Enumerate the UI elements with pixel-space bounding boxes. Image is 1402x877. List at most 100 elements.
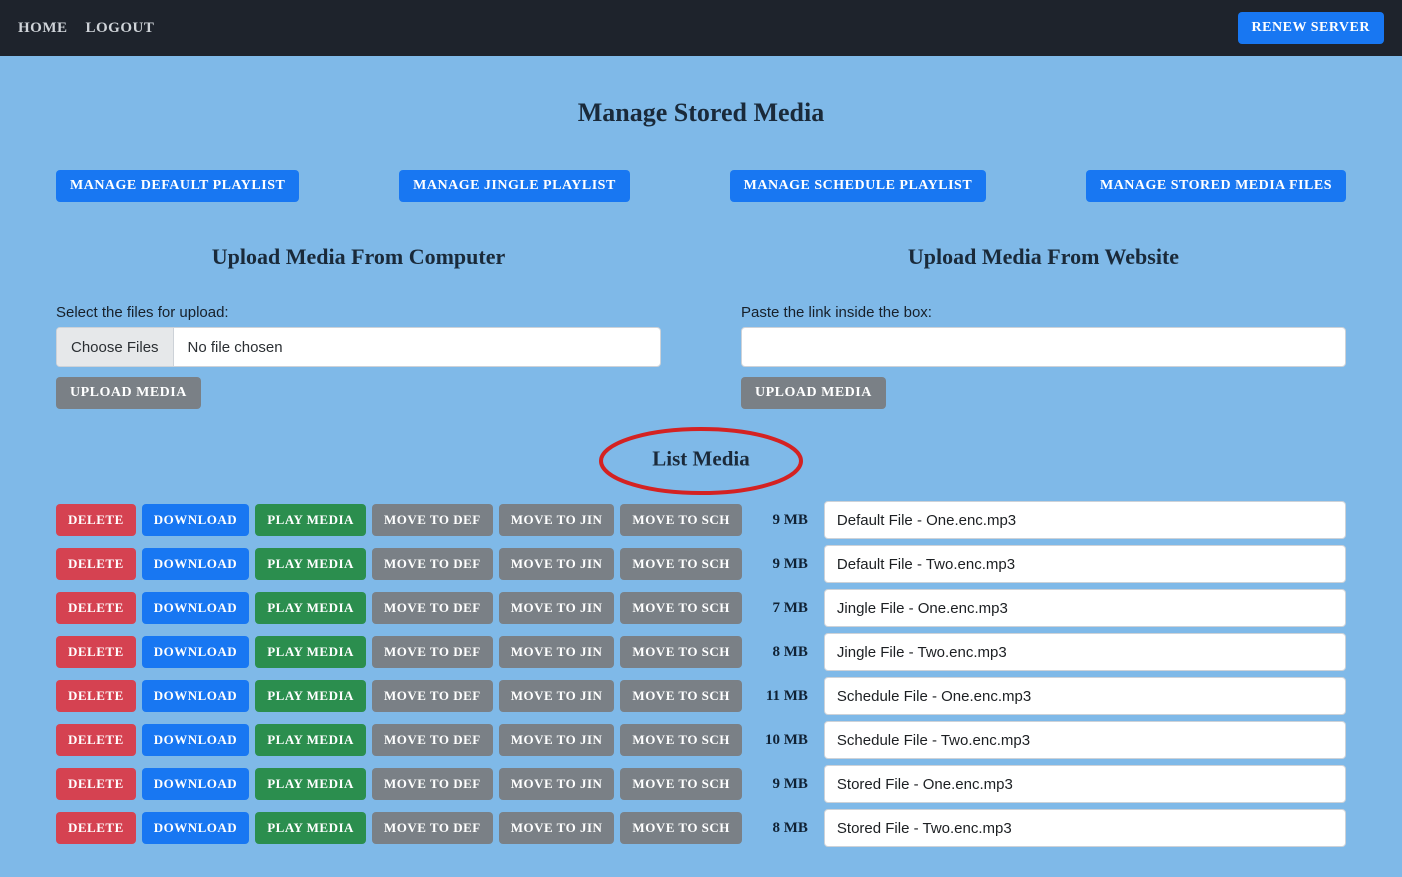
file-size: 8 MB	[752, 644, 808, 661]
tab-manage-stored-media-files[interactable]: MANAGE STORED MEDIA FILES	[1086, 170, 1346, 202]
tab-manage-schedule-playlist[interactable]: MANAGE SCHEDULE PLAYLIST	[730, 170, 987, 202]
download-button[interactable]: DOWNLOAD	[142, 592, 249, 624]
table-row: DELETEDOWNLOADPLAY MEDIAMOVE TO DEFMOVE …	[56, 501, 1346, 539]
move-to-sch-button[interactable]: MOVE TO SCH	[620, 592, 741, 624]
download-button[interactable]: DOWNLOAD	[142, 548, 249, 580]
file-name: Stored File - One.enc.mp3	[824, 765, 1346, 803]
page-body: Manage Stored Media MANAGE DEFAULT PLAYL…	[0, 56, 1402, 877]
move-to-def-button[interactable]: MOVE TO DEF	[372, 680, 493, 712]
play-media-button[interactable]: PLAY MEDIA	[255, 680, 366, 712]
download-button[interactable]: DOWNLOAD	[142, 768, 249, 800]
delete-button[interactable]: DELETE	[56, 636, 136, 668]
delete-button[interactable]: DELETE	[56, 504, 136, 536]
delete-button[interactable]: DELETE	[56, 724, 136, 756]
delete-button[interactable]: DELETE	[56, 812, 136, 844]
move-to-jin-button[interactable]: MOVE TO JIN	[499, 812, 615, 844]
choose-files-button[interactable]: Choose Files	[57, 328, 174, 366]
move-to-sch-button[interactable]: MOVE TO SCH	[620, 768, 741, 800]
top-nav: HOME LOGOUT	[18, 19, 168, 37]
download-button[interactable]: DOWNLOAD	[142, 504, 249, 536]
table-row: DELETEDOWNLOADPLAY MEDIAMOVE TO DEFMOVE …	[56, 677, 1346, 715]
move-to-sch-button[interactable]: MOVE TO SCH	[620, 548, 741, 580]
move-to-def-button[interactable]: MOVE TO DEF	[372, 768, 493, 800]
file-input[interactable]: Choose Files No file chosen	[56, 327, 661, 367]
file-name: Jingle File - One.enc.mp3	[824, 589, 1346, 627]
move-to-sch-button[interactable]: MOVE TO SCH	[620, 636, 741, 668]
play-media-button[interactable]: PLAY MEDIA	[255, 636, 366, 668]
upload-from-computer: Upload Media From Computer Select the fi…	[56, 244, 661, 409]
table-row: DELETEDOWNLOADPLAY MEDIAMOVE TO DEFMOVE …	[56, 589, 1346, 627]
file-name: Default File - Two.enc.mp3	[824, 545, 1346, 583]
move-to-jin-button[interactable]: MOVE TO JIN	[499, 680, 615, 712]
move-to-def-button[interactable]: MOVE TO DEF	[372, 636, 493, 668]
move-to-jin-button[interactable]: MOVE TO JIN	[499, 504, 615, 536]
file-name: Schedule File - One.enc.mp3	[824, 677, 1346, 715]
move-to-jin-button[interactable]: MOVE TO JIN	[499, 592, 615, 624]
download-button[interactable]: DOWNLOAD	[142, 636, 249, 668]
nav-logout-link[interactable]: LOGOUT	[86, 20, 155, 36]
file-size: 8 MB	[752, 820, 808, 837]
move-to-jin-button[interactable]: MOVE TO JIN	[499, 636, 615, 668]
delete-button[interactable]: DELETE	[56, 592, 136, 624]
file-name: Jingle File - Two.enc.mp3	[824, 633, 1346, 671]
tab-manage-jingle-playlist[interactable]: MANAGE JINGLE PLAYLIST	[399, 170, 630, 202]
play-media-button[interactable]: PLAY MEDIA	[255, 592, 366, 624]
play-media-button[interactable]: PLAY MEDIA	[255, 724, 366, 756]
table-row: DELETEDOWNLOADPLAY MEDIAMOVE TO DEFMOVE …	[56, 809, 1346, 847]
file-size: 9 MB	[752, 512, 808, 529]
delete-button[interactable]: DELETE	[56, 548, 136, 580]
delete-button[interactable]: DELETE	[56, 680, 136, 712]
file-name: Default File - One.enc.mp3	[824, 501, 1346, 539]
table-row: DELETEDOWNLOADPLAY MEDIAMOVE TO DEFMOVE …	[56, 545, 1346, 583]
upload-media-computer-button[interactable]: UPLOAD MEDIA	[56, 377, 201, 409]
page-title: Manage Stored Media	[56, 98, 1346, 128]
upload-from-website: Upload Media From Website Paste the link…	[741, 244, 1346, 409]
file-name: Schedule File - Two.enc.mp3	[824, 721, 1346, 759]
table-row: DELETEDOWNLOADPLAY MEDIAMOVE TO DEFMOVE …	[56, 765, 1346, 803]
file-size: 10 MB	[752, 732, 808, 749]
website-link-input[interactable]	[741, 327, 1346, 367]
move-to-jin-button[interactable]: MOVE TO JIN	[499, 548, 615, 580]
move-to-def-button[interactable]: MOVE TO DEF	[372, 548, 493, 580]
file-name: Stored File - Two.enc.mp3	[824, 809, 1346, 847]
list-media-title: List Media	[652, 447, 749, 472]
download-button[interactable]: DOWNLOAD	[142, 724, 249, 756]
top-header: HOME LOGOUT RENEW SERVER	[0, 0, 1402, 56]
chosen-file-text: No file chosen	[174, 339, 297, 356]
file-size: 9 MB	[752, 776, 808, 793]
file-size: 9 MB	[752, 556, 808, 573]
play-media-button[interactable]: PLAY MEDIA	[255, 768, 366, 800]
download-button[interactable]: DOWNLOAD	[142, 680, 249, 712]
move-to-def-button[interactable]: MOVE TO DEF	[372, 592, 493, 624]
media-list: DELETEDOWNLOADPLAY MEDIAMOVE TO DEFMOVE …	[56, 501, 1346, 847]
move-to-sch-button[interactable]: MOVE TO SCH	[620, 724, 741, 756]
nav-home-link[interactable]: HOME	[18, 20, 68, 36]
move-to-def-button[interactable]: MOVE TO DEF	[372, 504, 493, 536]
list-media-heading: List Media	[56, 419, 1346, 499]
table-row: DELETEDOWNLOADPLAY MEDIAMOVE TO DEFMOVE …	[56, 721, 1346, 759]
play-media-button[interactable]: PLAY MEDIA	[255, 812, 366, 844]
tab-manage-default-playlist[interactable]: MANAGE DEFAULT PLAYLIST	[56, 170, 299, 202]
upload-website-title: Upload Media From Website	[741, 244, 1346, 270]
file-size: 11 MB	[752, 688, 808, 705]
move-to-jin-button[interactable]: MOVE TO JIN	[499, 724, 615, 756]
move-to-def-button[interactable]: MOVE TO DEF	[372, 812, 493, 844]
play-media-button[interactable]: PLAY MEDIA	[255, 548, 366, 580]
upload-computer-label: Select the files for upload:	[56, 304, 661, 321]
move-to-sch-button[interactable]: MOVE TO SCH	[620, 680, 741, 712]
move-to-sch-button[interactable]: MOVE TO SCH	[620, 812, 741, 844]
upload-media-website-button[interactable]: UPLOAD MEDIA	[741, 377, 886, 409]
upload-website-label: Paste the link inside the box:	[741, 304, 1346, 321]
move-to-sch-button[interactable]: MOVE TO SCH	[620, 504, 741, 536]
download-button[interactable]: DOWNLOAD	[142, 812, 249, 844]
upload-row: Upload Media From Computer Select the fi…	[56, 244, 1346, 409]
move-to-def-button[interactable]: MOVE TO DEF	[372, 724, 493, 756]
file-size: 7 MB	[752, 600, 808, 617]
delete-button[interactable]: DELETE	[56, 768, 136, 800]
table-row: DELETEDOWNLOADPLAY MEDIAMOVE TO DEFMOVE …	[56, 633, 1346, 671]
upload-computer-title: Upload Media From Computer	[56, 244, 661, 270]
renew-server-button[interactable]: RENEW SERVER	[1238, 12, 1384, 44]
tabs: MANAGE DEFAULT PLAYLIST MANAGE JINGLE PL…	[56, 170, 1346, 202]
move-to-jin-button[interactable]: MOVE TO JIN	[499, 768, 615, 800]
play-media-button[interactable]: PLAY MEDIA	[255, 504, 366, 536]
